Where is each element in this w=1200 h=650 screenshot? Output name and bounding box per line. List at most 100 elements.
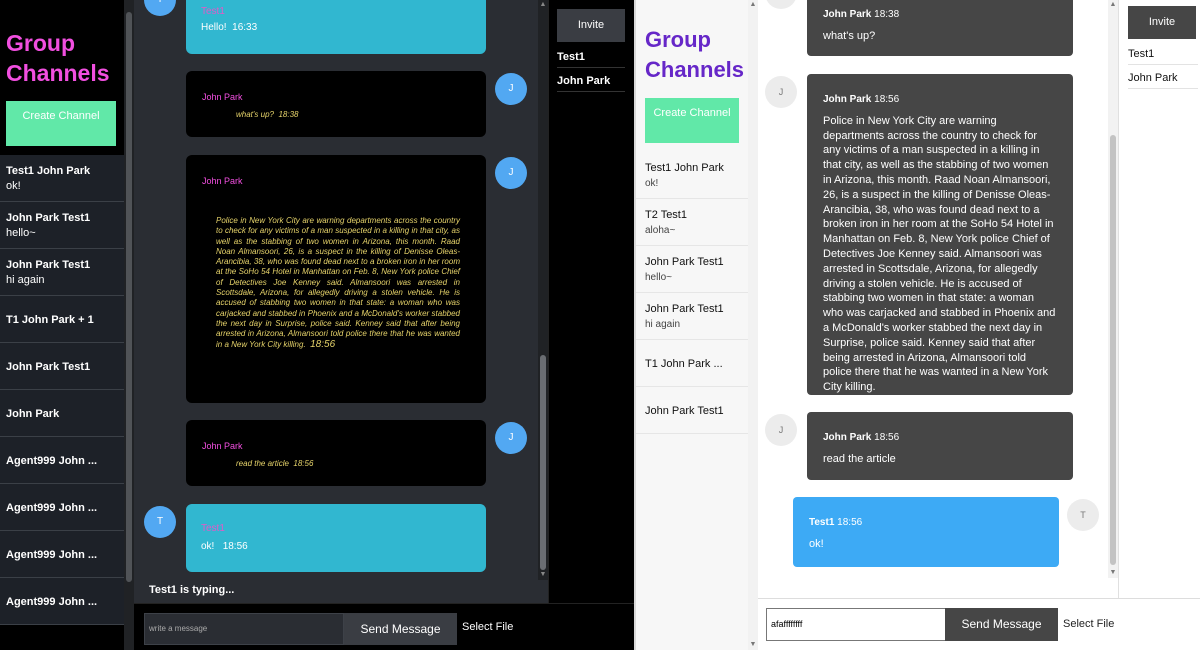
message-body: Hello! (201, 22, 227, 33)
channel-sidebar: Group Channels Create Channel Test1 John… (0, 0, 124, 650)
message-time: 18:38 (278, 110, 299, 119)
invite-button[interactable]: Invite (1128, 6, 1196, 39)
scroll-up-arrow[interactable]: ▲ (1108, 0, 1118, 10)
channel-item[interactable]: Agent999 John ... (0, 437, 124, 484)
message-time: 18:56 (874, 94, 900, 105)
channel-item[interactable]: John Park Test1 hi again (636, 293, 748, 340)
message-text: what's up? (823, 29, 876, 42)
channel-item[interactable]: Test1 John Park ok! (636, 152, 748, 199)
scroll-up-arrow[interactable]: ▲ (748, 0, 758, 10)
message-sender: John Park (202, 176, 243, 186)
channel-item[interactable]: John Park Test1 (636, 387, 748, 434)
channel-item[interactable]: Agent999 John ... (0, 531, 124, 578)
avatar: T (144, 506, 176, 538)
message-text: read the article 18:56 (202, 459, 470, 468)
member-item[interactable]: John Park (557, 71, 625, 92)
channel-item[interactable]: Agent999 John ... (0, 578, 124, 625)
message-sender: John Park (202, 92, 243, 102)
scroll-up-arrow[interactable]: ▲ (538, 0, 548, 10)
select-file-button[interactable]: Select File (1063, 618, 1114, 630)
typing-indicator: Test1 is typing... (134, 580, 548, 603)
channel-name: John Park Test1 (6, 361, 91, 373)
sidebar-scrollbar[interactable] (124, 0, 134, 650)
channel-list: Test1 John Park ok! John Park Test1 hello~… (0, 155, 124, 625)
channel-item[interactable]: T2 Test1 aloha~ (636, 199, 748, 246)
scroll-down-arrow[interactable]: ▼ (538, 570, 548, 580)
sidebar-scrollbar[interactable]: ▲ ▼ (748, 0, 758, 650)
message-bubble: John Park 18:38 what's up? (807, 0, 1073, 56)
message-bubble: John Park what's up? 18:38 (186, 71, 486, 137)
chat-scrollbar[interactable]: ▲ ▼ (538, 0, 548, 580)
message-text: ok! 18:56 (201, 541, 471, 552)
message-text: Police in New York City are warning depa… (823, 114, 1056, 394)
channel-item[interactable]: John Park Test1 hello~ (0, 202, 124, 249)
member-item[interactable]: Test1 (1128, 44, 1198, 65)
scrollbar-thumb[interactable] (1110, 135, 1116, 565)
message-text: Hello! 16:33 (201, 22, 471, 33)
message-bubble: John Park read the article 18:56 (186, 420, 486, 486)
light-chat-window: Group Channels Create Channel Test1 John… (636, 0, 1200, 650)
avatar: J (495, 73, 527, 105)
title-line-2: Channels (645, 57, 745, 82)
channel-name: T1 John Park + 1 (6, 314, 94, 326)
send-message-button[interactable]: Send Message (945, 608, 1058, 641)
create-channel-button[interactable]: Create Channel (6, 101, 116, 146)
select-file-button[interactable]: Select File (462, 621, 513, 633)
channel-name: Agent999 John ... (6, 549, 98, 561)
channel-item[interactable]: Agent999 John ... (0, 484, 124, 531)
channel-name: Agent999 John ... (6, 455, 98, 467)
invite-button[interactable]: Invite (557, 9, 625, 42)
message-sender: Test1 (201, 523, 225, 534)
avatar: J (495, 422, 527, 454)
message-bubble: John Park 18:56 Police in New York City … (807, 74, 1073, 395)
channel-item[interactable]: T1 John Park + 1 (0, 296, 124, 343)
message-bubble: Test1 ok! 18:56 (186, 504, 486, 572)
message-header: John Park 18:56 (823, 93, 1057, 108)
channel-sidebar: Group Channels Create Channel Test1 John… (636, 0, 748, 650)
message-area: T Test1 Hello! 16:33 J John Park what's … (134, 0, 548, 580)
chat-scrollbar[interactable]: ▲ ▼ (1108, 0, 1118, 578)
channel-name: John Park Test1 (645, 303, 724, 315)
member-item[interactable]: John Park (1128, 68, 1198, 89)
message-time: 18:56 (293, 459, 314, 468)
member-panel: Invite Test1 John Park (548, 0, 634, 603)
message-header: John Park 18:38 (823, 8, 1057, 23)
channel-item[interactable]: John Park (0, 390, 124, 437)
message-text: read the article (823, 452, 896, 465)
message-header: Test1 18:56 (809, 516, 1043, 531)
message-text: ok! (809, 537, 824, 550)
channel-name: John Park (6, 408, 60, 420)
message-body: what's up? (236, 110, 274, 119)
message-body: read the article (236, 459, 289, 468)
scrollbar-thumb[interactable] (540, 355, 546, 570)
message-area: J John Park 18:38 what's up? J John Park… (758, 0, 1108, 598)
message-time: 18:56 (837, 517, 863, 528)
channel-last-message: hi again (6, 274, 45, 286)
channel-item[interactable]: T1 John Park ... (636, 340, 748, 387)
channel-item[interactable]: John Park Test1 hello~ (636, 246, 748, 293)
message-input[interactable]: write a message (144, 613, 344, 645)
channel-item[interactable]: John Park Test1 hi again (0, 249, 124, 296)
scroll-down-arrow[interactable]: ▼ (748, 640, 758, 650)
create-channel-button[interactable]: Create Channel (645, 98, 739, 143)
channel-name: T1 John Park ... (645, 358, 723, 370)
sidebar-title: Group Channels (6, 28, 110, 88)
channel-last-message: hi again (645, 319, 681, 330)
channel-name: Agent999 John ... (6, 596, 98, 608)
message-sender: John Park (823, 432, 872, 443)
channel-last-message: aloha~ (645, 225, 676, 236)
message-bubble: Test1 Hello! 16:33 (186, 0, 486, 54)
title-line-1: Group (645, 27, 711, 52)
channel-name: John Park Test1 (645, 256, 724, 268)
send-message-button[interactable]: Send Message (344, 613, 457, 645)
avatar: T (1067, 499, 1099, 531)
message-input[interactable]: afaffffffff (766, 608, 946, 641)
avatar: J (765, 0, 797, 9)
scroll-down-arrow[interactable]: ▼ (1108, 568, 1118, 578)
member-item[interactable]: Test1 (557, 47, 625, 68)
channel-item[interactable]: Test1 John Park ok! (0, 155, 124, 202)
scrollbar-thumb[interactable] (126, 12, 132, 582)
title-line-2: Channels (6, 60, 110, 86)
member-panel: Invite Test1 John Park (1118, 0, 1200, 598)
channel-item[interactable]: John Park Test1 (0, 343, 124, 390)
